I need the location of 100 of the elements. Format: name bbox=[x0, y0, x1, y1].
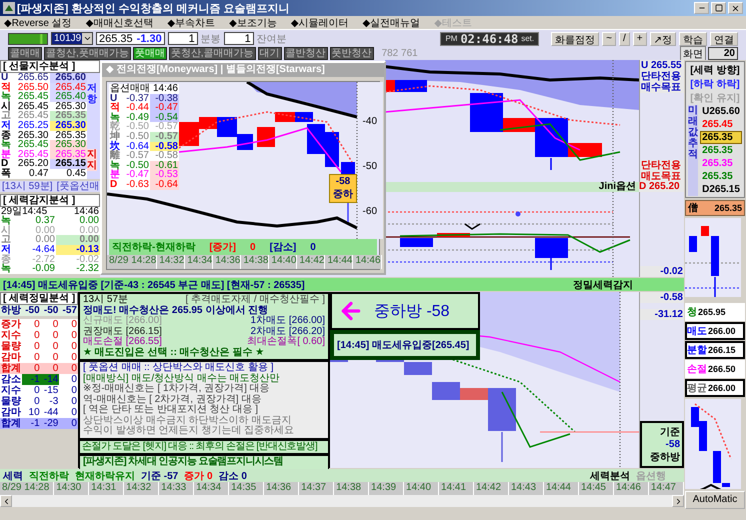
toolbar-button[interactable]: / bbox=[618, 32, 630, 46]
time-tick: 14:38 bbox=[241, 255, 270, 269]
table-cell: 0 bbox=[22, 363, 41, 374]
row-label: D bbox=[0, 159, 8, 169]
chart-value: -0.58 bbox=[640, 292, 684, 303]
signal-badge: -58 중하 bbox=[329, 174, 357, 203]
table-cell: 0 bbox=[59, 418, 78, 429]
order-row: 손절 266.50 bbox=[685, 360, 745, 378]
strategy-lead: 정매도! 매수청산은 265.95 이상에서 진행 bbox=[83, 306, 270, 316]
toolbar-button[interactable]: ~ bbox=[602, 32, 616, 46]
menu-item[interactable]: ◆매매신호선택 bbox=[86, 16, 154, 30]
summary-text: 직전하락-현재하락 bbox=[112, 241, 196, 254]
table-cell-text: 265.25 bbox=[16, 120, 50, 131]
table-cell-text: -0.37 bbox=[125, 94, 150, 104]
table-cell-text: 265.30 bbox=[54, 102, 87, 112]
time-tick: 14:44 bbox=[544, 482, 579, 495]
table-cell-text: -0.49 bbox=[125, 112, 150, 122]
support-label: 지지 bbox=[87, 149, 97, 171]
time-tick: 14:45 bbox=[578, 482, 614, 495]
candle bbox=[275, 112, 295, 122]
row-label: 증가 bbox=[0, 319, 22, 330]
table-cell: -0.54 bbox=[150, 112, 179, 122]
symbol-dropdown[interactable]: 101J9 bbox=[51, 32, 93, 45]
track-value: D265.15 bbox=[702, 184, 740, 195]
remaining-unit: 잔여분 bbox=[256, 32, 287, 46]
scroll-right-button[interactable] bbox=[672, 495, 684, 507]
minimize-button[interactable] bbox=[694, 2, 709, 14]
toolbar-button[interactable]: 화를점정 bbox=[551, 32, 600, 46]
footer-label: [풋옵선매 bbox=[56, 180, 100, 192]
panel-title: [ 세력정밀분석 ] bbox=[0, 292, 78, 305]
dropdown-icon bbox=[82, 34, 92, 43]
table-cell: -29 bbox=[40, 418, 60, 429]
automatic-button[interactable]: AutoMatic bbox=[685, 490, 745, 509]
time-tick: 14:30 bbox=[54, 482, 90, 495]
table-cell-text: -0.57 bbox=[125, 151, 150, 161]
status-indicator bbox=[8, 32, 48, 44]
time-tick: 14:40 bbox=[404, 482, 440, 495]
table-cell: -0.47 bbox=[150, 103, 179, 113]
row-label: 고 bbox=[0, 235, 12, 245]
total-row: 僧 265.35 bbox=[685, 200, 745, 216]
order-price: 신규매도 [266.00] bbox=[83, 316, 162, 326]
toolbar-button[interactable]: 학습 bbox=[679, 32, 707, 46]
status-text: 세력 bbox=[3, 470, 23, 482]
popup-title: ◆ 전의전쟁[Moneywars] | 별들의전쟁[Starwars] bbox=[102, 63, 384, 77]
table-cell: -14 bbox=[40, 374, 60, 385]
strategy-headline: [ 추격매도자제 / 매수청산필수 ] bbox=[186, 295, 325, 305]
menu-item[interactable]: ◆부속차트 bbox=[167, 16, 216, 30]
strategy-time: 13시 57분 bbox=[83, 295, 128, 305]
callout-message: [14:45] 매도세유입중[265.45] bbox=[330, 330, 480, 360]
remaining-field[interactable]: 1 bbox=[224, 32, 254, 45]
time-tick: 14:33 bbox=[159, 482, 194, 495]
status-text: 직전하락 bbox=[29, 470, 69, 482]
time-tick: 14:40 bbox=[269, 255, 298, 269]
toolbar-button[interactable]: 연결 bbox=[710, 32, 738, 46]
interval-field[interactable]: 1 bbox=[168, 32, 198, 45]
table-cell-text: 265.20 bbox=[16, 159, 50, 169]
scroll-left-button[interactable] bbox=[0, 495, 12, 507]
summary-text: [감소] bbox=[270, 241, 296, 254]
signal-counts: 782 761 bbox=[382, 48, 418, 59]
horizontal-scrollbar[interactable] bbox=[0, 495, 684, 507]
table-cell-text: -0.09 bbox=[31, 264, 56, 274]
table-cell-text: 0.00 bbox=[78, 216, 100, 226]
axis-label: -60 bbox=[362, 206, 378, 217]
close-button[interactable] bbox=[728, 2, 743, 14]
menu-item[interactable]: ◆Reverse 설정 bbox=[4, 16, 72, 30]
menu-item[interactable]: ◆실전매뉴얼 bbox=[362, 16, 420, 30]
app-icon bbox=[3, 2, 15, 14]
column-header: 29일14:45 bbox=[0, 206, 48, 216]
change-value: -1.30 bbox=[136, 32, 162, 44]
maximize-button[interactable] bbox=[711, 2, 726, 14]
menu-item[interactable]: ◆시뮬레이터 bbox=[290, 16, 349, 30]
table-cell-text: -0.58 bbox=[154, 151, 179, 161]
table-cell: 265.15 bbox=[50, 159, 87, 169]
row-label: 乾 bbox=[110, 122, 121, 132]
candle bbox=[689, 236, 697, 252]
time-tick: 14:42 bbox=[297, 255, 326, 269]
indicator-line bbox=[501, 392, 570, 448]
table-cell-text: -0.44 bbox=[125, 103, 150, 113]
time-tick: 14:44 bbox=[325, 255, 354, 269]
toolbar-button[interactable]: + bbox=[632, 32, 647, 46]
target-label: 단타전용 bbox=[640, 71, 684, 82]
table-cell: -1 bbox=[22, 374, 41, 385]
table-cell-text: 265.35 bbox=[54, 130, 87, 140]
menu-item[interactable]: ◆보조기능 bbox=[229, 16, 277, 30]
axis-label: -50 bbox=[362, 161, 378, 172]
time-tick: 14:31 bbox=[89, 482, 124, 495]
guide-line bbox=[685, 287, 741, 289]
time-tick: 14:38 bbox=[334, 482, 370, 495]
toolbar-button[interactable]: ↗정 bbox=[650, 32, 676, 46]
time-tick: 14:36 bbox=[213, 255, 242, 269]
table-cell-text: 0.47 bbox=[28, 168, 50, 179]
candle bbox=[404, 362, 432, 375]
signal-chip: 풋매매 bbox=[132, 47, 167, 60]
guide-line: [ 역은 단타 또는 반대포지션 청산 대응 ] bbox=[83, 405, 260, 416]
row-label: 坤 bbox=[109, 132, 121, 142]
order-row: 분할266.15 bbox=[685, 340, 745, 359]
table-cell: -0.38 bbox=[150, 94, 179, 104]
guide-line: [매매방식] 매도/청산방식 매수는 매도청산만 bbox=[83, 374, 281, 384]
order-row: 청 265.95 bbox=[685, 302, 745, 321]
table-cell-text: -0.50 bbox=[125, 160, 150, 170]
